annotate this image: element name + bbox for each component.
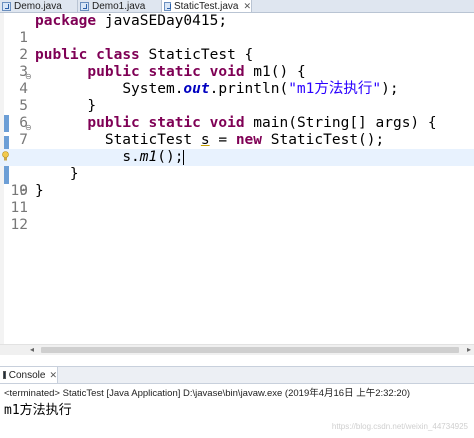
- code-line[interactable]: 12: [0, 200, 474, 233]
- keyword-public: public: [35, 47, 88, 63]
- keyword-static: static: [148, 115, 201, 131]
- console-tab-label: Console: [8, 369, 46, 381]
- text-cursor: [183, 149, 185, 165]
- keyword-new: new: [235, 132, 263, 148]
- editor-horizontal-scrollbar[interactable]: ◂ ▸: [0, 344, 474, 355]
- println-call: .println(: [209, 81, 289, 97]
- code-line[interactable]: 2: [0, 30, 474, 63]
- console-icon: [3, 371, 6, 379]
- keyword-static: static: [148, 64, 201, 80]
- tab-label: StaticTest.java: [173, 0, 239, 12]
- keyword-package: package: [35, 13, 97, 29]
- scrollbar-thumb[interactable]: [41, 347, 459, 353]
- close-brace: }: [87, 98, 97, 114]
- code-line[interactable]: 7 ⊖ public static void main(String[] arg…: [0, 115, 474, 148]
- code-line[interactable]: 1 package javaSEDay0415;: [0, 13, 474, 46]
- field-out: out: [183, 81, 210, 97]
- console-tab-bar: Console ✕: [0, 366, 474, 384]
- close-icon[interactable]: ✕: [243, 1, 251, 12]
- tab-demo1-java[interactable]: Demo1.java: [78, 0, 162, 12]
- code-line-current[interactable]: 9 s.m1();: [0, 149, 474, 199]
- method-m1-decl: m1() {: [244, 64, 306, 80]
- tab-demo-java[interactable]: Demo.java: [0, 0, 78, 12]
- code-line[interactable]: 4 ⊖ public static void m1() {: [0, 64, 474, 97]
- console-status-line: <terminated> StaticTest [Java Applicatio…: [4, 388, 411, 399]
- scroll-right-icon[interactable]: ▸: [467, 345, 471, 355]
- close-paren: );: [381, 81, 399, 97]
- string-literal: "m1方法执行": [288, 81, 382, 97]
- tab-statictest-java[interactable]: StaticTest.java ✕: [162, 0, 252, 12]
- line-number: 12: [10, 217, 28, 233]
- scroll-left-icon[interactable]: ◂: [30, 345, 34, 355]
- keyword-void: void: [209, 64, 245, 80]
- call-end: ();: [157, 149, 184, 165]
- package-name: javaSEDay0415;: [96, 13, 228, 29]
- warning-lightbulb-icon[interactable]: [2, 151, 9, 162]
- console-output: m1方法执行: [4, 403, 72, 418]
- code-line[interactable]: 5 System.out.println("m1方法执行");: [0, 81, 474, 114]
- class-name: StaticTest {: [139, 47, 254, 63]
- java-file-icon: [164, 1, 171, 11]
- tab-console[interactable]: Console ✕: [0, 367, 58, 383]
- code-editor[interactable]: 1 package javaSEDay0415; 2 3 public clas…: [0, 13, 474, 355]
- tab-label: Demo1.java: [92, 0, 146, 12]
- call-object: s.: [122, 149, 140, 165]
- editor-tab-bar: Demo.java Demo1.java StaticTest.java ✕: [0, 0, 474, 13]
- code-line[interactable]: 3 public class StaticTest {: [0, 47, 474, 80]
- tab-label: Demo.java: [14, 0, 62, 12]
- watermark: https://blog.csdn.net/weixin_44734925: [331, 422, 468, 431]
- code-line[interactable]: 11 }: [0, 183, 474, 216]
- static-method-call-m1: m1: [139, 149, 158, 165]
- system-class: System.: [122, 81, 184, 97]
- code-line[interactable]: 6 }: [0, 98, 474, 131]
- local-type: StaticTest: [104, 132, 201, 148]
- java-file-icon: [2, 1, 11, 11]
- java-file-icon: [80, 1, 89, 11]
- code-line[interactable]: 10 }: [0, 166, 474, 199]
- local-variable-s: s: [200, 132, 210, 148]
- keyword-public: public: [87, 64, 140, 80]
- method-main-decl: main(String[] args) {: [244, 115, 437, 131]
- assign-op: =: [209, 132, 236, 148]
- keyword-public: public: [87, 115, 140, 131]
- close-brace: }: [69, 166, 79, 182]
- close-brace: }: [35, 183, 44, 199]
- close-icon[interactable]: ✕: [49, 370, 57, 381]
- code-line[interactable]: 8 StaticTest s = new StaticTest();: [0, 132, 474, 165]
- keyword-class: class: [96, 47, 140, 63]
- constructor-call: StaticTest();: [262, 132, 385, 148]
- keyword-void: void: [209, 115, 245, 131]
